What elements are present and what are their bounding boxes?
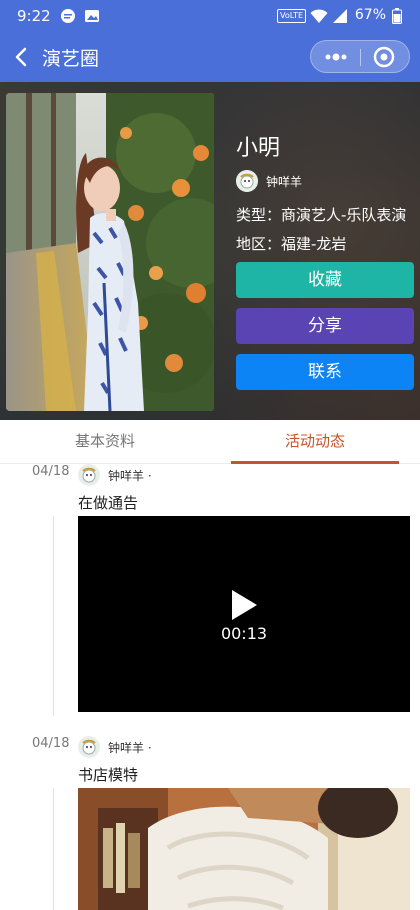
play-icon[interactable] [229, 588, 259, 622]
post-author-name[interactable]: 钟咩羊 · [108, 467, 152, 484]
post-author-avatar[interactable] [78, 736, 100, 758]
profile-type: 类型：商演艺人-乐队表演 [236, 206, 407, 224]
wifi-icon [310, 9, 328, 23]
message-icon [61, 9, 75, 23]
feed-post: 04/18 钟咩羊 · 书店模特 [0, 736, 420, 910]
more-dots-icon[interactable] [323, 48, 349, 66]
tab-basic-info[interactable]: 基本资料 [0, 420, 210, 464]
timeline-line [53, 516, 54, 716]
post-date: 04/18 [32, 736, 70, 751]
feed-post: 04/18 钟咩羊 · 在做通告 00:13 [0, 464, 420, 734]
post-author-avatar[interactable] [78, 464, 100, 486]
mini-program-capsule [310, 40, 410, 73]
status-time: 9:22 [17, 7, 51, 25]
favorite-button[interactable]: 收藏 [236, 262, 414, 298]
back-arrow-icon[interactable] [10, 44, 34, 70]
page-title: 演艺圈 [42, 48, 100, 70]
profile-header: 小明 钟咩羊 类型：商演艺人-乐队表演 地区：福建-龙岩 收藏 分享 联系 [0, 82, 420, 420]
status-bar: 9:22 VoLTE 67% [0, 0, 420, 32]
volte-badge: VoLTE [277, 9, 307, 23]
tab-activity[interactable]: 活动动态 [210, 420, 420, 464]
battery-percent: 67% [354, 7, 386, 23]
signal-icon [333, 9, 347, 23]
profile-photo[interactable] [6, 93, 214, 411]
close-miniprogram-icon[interactable] [373, 46, 395, 68]
share-button[interactable]: 分享 [236, 308, 414, 344]
author-avatar [236, 170, 258, 192]
author-name: 钟咩羊 [266, 175, 303, 189]
post-text: 书店模特 [78, 766, 139, 784]
post-date: 04/18 [32, 464, 70, 479]
contact-button[interactable]: 联系 [236, 354, 414, 390]
battery-icon [392, 8, 402, 24]
post-photo[interactable] [78, 788, 410, 910]
image-icon [85, 10, 99, 22]
activity-feed: 04/18 钟咩羊 · 在做通告 00:13 04/18 钟咩羊 · 书店模特 [0, 464, 420, 910]
timeline-line [53, 788, 54, 910]
profile-region: 地区：福建-龙岩 [236, 235, 347, 253]
post-video[interactable]: 00:13 [78, 516, 410, 712]
tab-bar: 基本资料 活动动态 [0, 420, 420, 464]
post-author-name[interactable]: 钟咩羊 · [108, 739, 152, 756]
capsule-divider [360, 49, 361, 66]
profile-name: 小明 [236, 136, 281, 161]
nav-bar: 演艺圈 [0, 32, 420, 82]
post-text: 在做通告 [78, 494, 139, 512]
video-duration: 00:13 [220, 624, 268, 643]
